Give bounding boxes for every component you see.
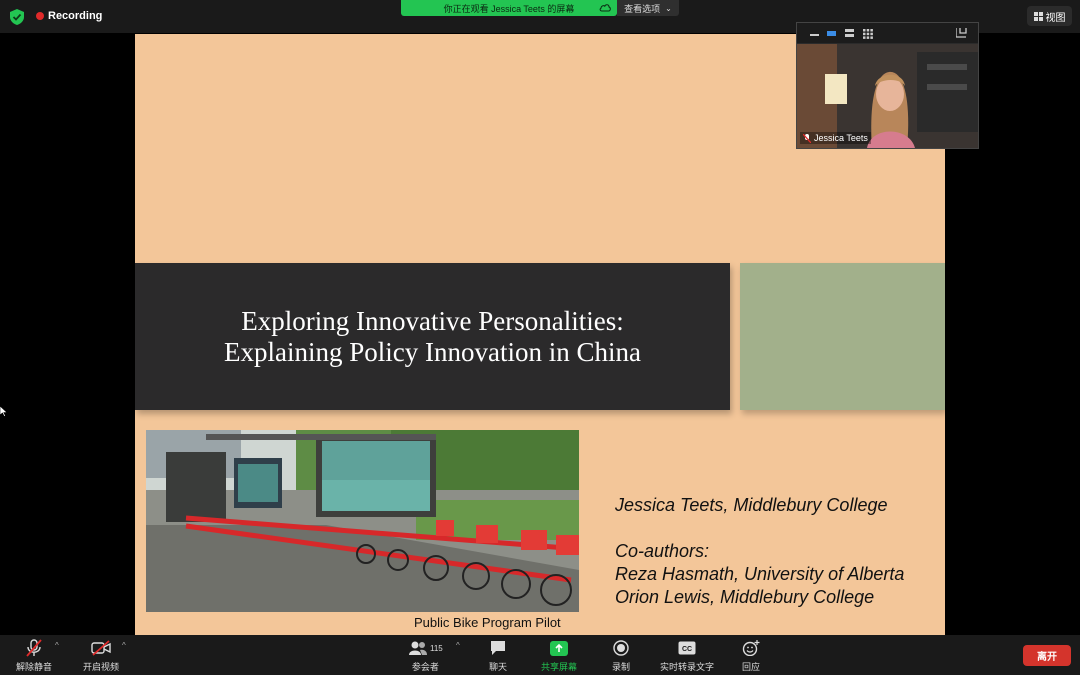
- participants-button[interactable]: 115 参会者: [408, 638, 443, 673]
- muted-mic-icon: [25, 638, 43, 658]
- chevron-down-icon: ⌄: [665, 3, 672, 13]
- slide-title-line2: Explaining Policy Innovation in China: [224, 336, 641, 367]
- record-button[interactable]: 录制: [612, 638, 630, 673]
- smiley-add-icon: [742, 638, 760, 658]
- reactions-label: 回应: [742, 662, 761, 672]
- title-band: Exploring Innovative Personalities: Expl…: [135, 263, 730, 410]
- reactions-button[interactable]: 回应: [742, 638, 760, 673]
- share-screen-label: 共享屏幕: [541, 662, 578, 672]
- meeting-toolbar: 解除静音 ^ 开启视频 ^ 115 参会者 ^ 聊天 共享屏幕 录制 CC 实时…: [0, 635, 1080, 675]
- mouse-cursor-icon: [0, 406, 8, 417]
- shield-icon[interactable]: [10, 9, 24, 25]
- muted-mic-icon: [803, 133, 811, 143]
- viewing-banner-text: 你正在观看 Jessica Teets 的屏幕: [443, 3, 575, 14]
- participant-name: Jessica Teets: [814, 133, 868, 143]
- photo-caption: Public Bike Program Pilot: [414, 615, 561, 630]
- participants-caret[interactable]: ^: [456, 641, 460, 650]
- view-options-button[interactable]: 查看选项 ⌄: [617, 0, 679, 16]
- live-transcript-button[interactable]: CC 实时转录文字: [660, 638, 714, 673]
- coauthors-heading: Co-authors:: [615, 541, 710, 561]
- slide-title: Exploring Innovative Personalities: Expl…: [224, 306, 641, 368]
- video-controls-bar: [797, 23, 978, 43]
- chat-icon: [489, 638, 507, 658]
- speaker-view-icon[interactable]: [827, 29, 836, 37]
- grid-icon: [1033, 11, 1043, 21]
- viewing-banner: 你正在观看 Jessica Teets 的屏幕: [401, 0, 617, 16]
- participant-name-tag: Jessica Teets: [800, 132, 871, 144]
- minimize-icon[interactable]: [810, 29, 819, 37]
- closed-captions-icon: CC: [678, 638, 696, 658]
- view-options-label: 查看选项: [624, 3, 661, 14]
- video-off-icon: [91, 638, 111, 658]
- audio-options-caret[interactable]: ^: [55, 641, 59, 650]
- recording-label: Recording: [48, 10, 103, 22]
- view-label: 视图: [1045, 12, 1066, 24]
- start-video-button[interactable]: 开启视频: [83, 638, 119, 673]
- coauthor-2: Orion Lewis, Middlebury College: [615, 587, 875, 607]
- live-transcript-label: 实时转录文字: [660, 662, 715, 672]
- view-button[interactable]: 视图: [1027, 6, 1072, 26]
- share-screen-icon: [550, 638, 568, 658]
- video-options-caret[interactable]: ^: [122, 641, 126, 650]
- participants-count: 115: [430, 643, 443, 653]
- cloud-icon: [599, 4, 611, 12]
- leave-button[interactable]: 离开: [1023, 645, 1071, 666]
- coauthor-1: Reza Hasmath, University of Alberta: [615, 564, 905, 584]
- record-label: 录制: [612, 662, 631, 672]
- author-line: Jessica Teets, Middlebury College: [615, 495, 888, 515]
- start-video-label: 开启视频: [83, 662, 120, 672]
- author-block: Jessica Teets, Middlebury College Co-aut…: [615, 494, 904, 609]
- record-dot-icon: [36, 12, 44, 20]
- chat-button[interactable]: 聊天: [489, 638, 507, 673]
- recording-indicator[interactable]: Recording: [36, 10, 102, 22]
- gallery-icon[interactable]: [863, 29, 873, 39]
- participant-video[interactable]: Jessica Teets: [796, 22, 979, 149]
- exit-fullscreen-icon[interactable]: [956, 28, 967, 38]
- green-accent-block: [740, 263, 945, 410]
- cc-badge: CC: [682, 646, 692, 653]
- bike-station-photo: [146, 430, 579, 612]
- share-screen-button[interactable]: 共享屏幕: [541, 638, 577, 673]
- unmute-label: 解除静音: [16, 662, 53, 672]
- strip-view-icon[interactable]: [845, 29, 854, 37]
- record-icon: [613, 638, 629, 658]
- slide-title-line1: Exploring Innovative Personalities:: [241, 305, 624, 336]
- unmute-button[interactable]: 解除静音: [16, 638, 52, 673]
- participants-label: 参会者: [411, 662, 439, 672]
- chat-label: 聊天: [489, 662, 508, 672]
- participants-icon: 115: [408, 638, 443, 658]
